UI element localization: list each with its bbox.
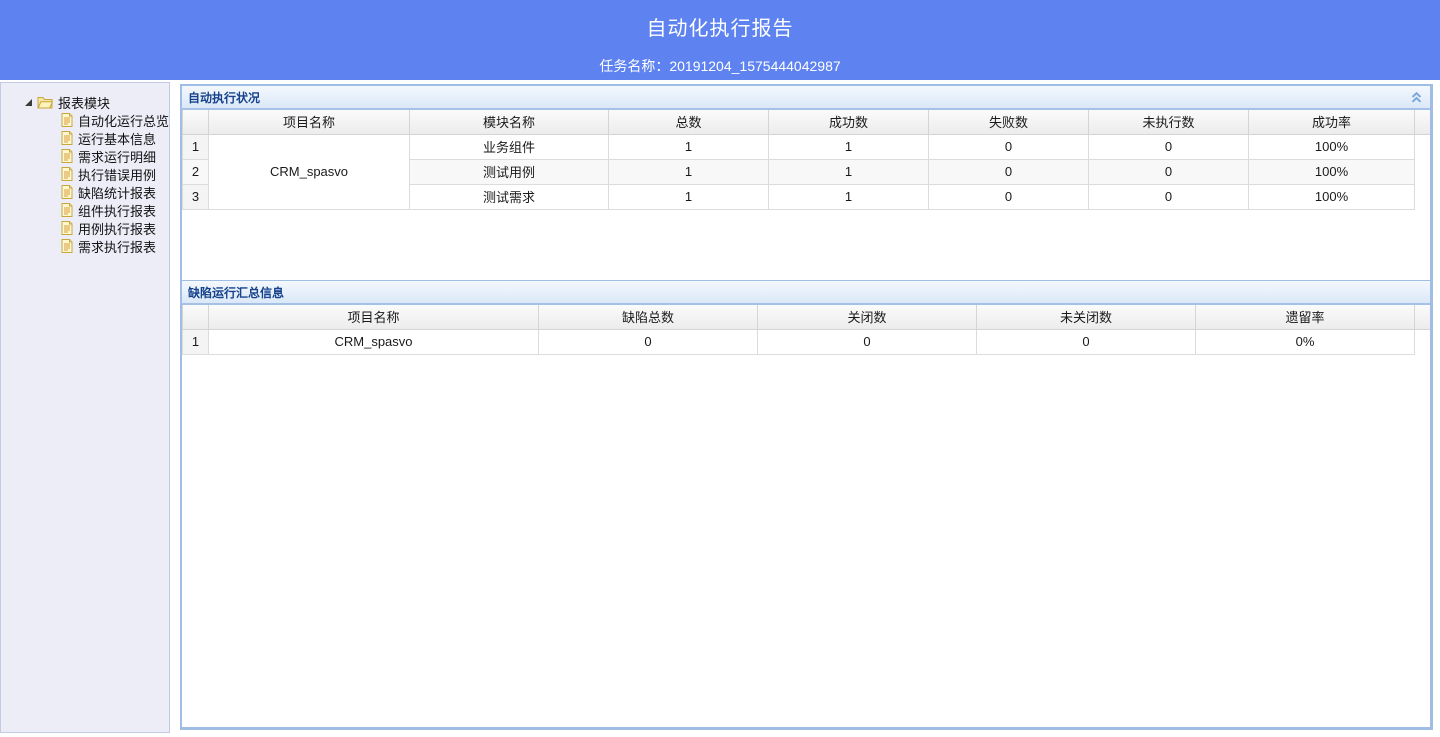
tree-item-label: 需求运行明细 (78, 147, 156, 166)
document-icon (61, 221, 73, 235)
col-rownum (183, 305, 209, 329)
document-icon (61, 113, 73, 127)
success-cell: 1 (769, 184, 929, 209)
tree-item-component-report[interactable]: 组件执行报表 (1, 201, 169, 219)
table-row[interactable]: 1 CRM_spasvo 0 0 0 0% (183, 329, 1431, 354)
col-rownum (183, 110, 209, 134)
document-icon (61, 203, 73, 217)
total-cell: 1 (609, 134, 769, 159)
fail-cell: 0 (929, 134, 1089, 159)
defect-summary-panel: 缺陷运行汇总信息 项目名称 缺陷总数 关闭数 未关闭数 遗留率 (182, 280, 1430, 727)
fail-cell: 0 (929, 159, 1089, 184)
col-unclosed: 未关闭数 (977, 305, 1196, 329)
folder-icon (37, 95, 53, 109)
col-spacer (1415, 305, 1431, 329)
document-icon (61, 167, 73, 181)
page-title: 自动化执行报告 (0, 0, 1440, 41)
remain-rate-cell: 0% (1196, 329, 1415, 354)
not-run-cell: 0 (1089, 134, 1249, 159)
sidebar-tree: 报表模块 自动化运行总览 运行基本信息 需求运行明细 (0, 82, 170, 733)
table-header-row: 项目名称 模块名称 总数 成功数 失败数 未执行数 成功率 (183, 110, 1431, 134)
defect-total-cell: 0 (539, 329, 758, 354)
unclosed-cell: 0 (977, 329, 1196, 354)
collapse-icon[interactable] (1409, 90, 1424, 105)
col-fail: 失败数 (929, 110, 1089, 134)
col-rate: 成功率 (1249, 110, 1415, 134)
tree-item-case-report[interactable]: 用例执行报表 (1, 219, 169, 237)
not-run-cell: 0 (1089, 184, 1249, 209)
panel-title: 缺陷运行汇总信息 (188, 284, 284, 301)
document-icon (61, 131, 73, 145)
row-number: 1 (183, 134, 209, 159)
col-spacer (1415, 110, 1431, 134)
panel-title: 自动执行状况 (188, 89, 260, 106)
col-project: 项目名称 (209, 110, 410, 134)
col-not-run: 未执行数 (1089, 110, 1249, 134)
col-project: 项目名称 (209, 305, 539, 329)
main-content: 自动执行状况 项目名称 模块名称 总数 成功数 失败数 (180, 84, 1433, 730)
task-name-label: 任务名称：20191204_1575444042987 (0, 56, 1440, 76)
table-row[interactable]: 1 CRM_spasvo 业务组件 1 1 0 0 100% (183, 134, 1431, 159)
total-cell: 1 (609, 159, 769, 184)
module-cell: 测试需求 (410, 184, 609, 209)
exec-status-panel-header: 自动执行状况 (182, 86, 1430, 110)
tree-item-requirement-report[interactable]: 需求执行报表 (1, 237, 169, 255)
tree-node-report-module[interactable]: 报表模块 (1, 93, 169, 111)
tree-item-label: 执行错误用例 (78, 165, 156, 184)
table-header-row: 项目名称 缺陷总数 关闭数 未关闭数 遗留率 (183, 305, 1431, 329)
tree-item-basic-info[interactable]: 运行基本信息 (1, 129, 169, 147)
tree-item-label: 用例执行报表 (78, 219, 156, 238)
tree-expander-icon[interactable] (25, 99, 32, 106)
col-success: 成功数 (769, 110, 929, 134)
tree-item-run-overview[interactable]: 自动化运行总览 (1, 111, 169, 129)
col-closed: 关闭数 (758, 305, 977, 329)
success-cell: 1 (769, 134, 929, 159)
rate-cell: 100% (1249, 134, 1415, 159)
rate-cell: 100% (1249, 159, 1415, 184)
tree-item-requirement-detail[interactable]: 需求运行明细 (1, 147, 169, 165)
row-number: 2 (183, 159, 209, 184)
spacer-cell (1415, 134, 1431, 209)
exec-status-panel: 自动执行状况 项目名称 模块名称 总数 成功数 失败数 (182, 86, 1430, 280)
row-number: 1 (183, 329, 209, 354)
col-module: 模块名称 (410, 110, 609, 134)
fail-cell: 0 (929, 184, 1089, 209)
tree-item-defect-stats[interactable]: 缺陷统计报表 (1, 183, 169, 201)
execution-summary-table: 项目名称 模块名称 总数 成功数 失败数 未执行数 成功率 1 CRM_spas… (182, 110, 1430, 210)
rate-cell: 100% (1249, 184, 1415, 209)
module-cell: 业务组件 (410, 134, 609, 159)
report-header: 自动化执行报告 任务名称：20191204_1575444042987 (0, 0, 1440, 80)
tree-item-label: 运行基本信息 (78, 129, 156, 148)
tree-item-error-cases[interactable]: 执行错误用例 (1, 165, 169, 183)
defect-summary-table: 项目名称 缺陷总数 关闭数 未关闭数 遗留率 1 CRM_spasvo 0 0 … (182, 305, 1430, 355)
document-icon (61, 185, 73, 199)
closed-cell: 0 (758, 329, 977, 354)
document-icon (61, 239, 73, 253)
defect-summary-panel-header: 缺陷运行汇总信息 (182, 281, 1430, 305)
not-run-cell: 0 (1089, 159, 1249, 184)
module-cell: 测试用例 (410, 159, 609, 184)
document-icon (61, 149, 73, 163)
project-name-cell: CRM_spasvo (209, 134, 410, 209)
spacer-cell (1415, 329, 1431, 354)
col-total: 总数 (609, 110, 769, 134)
tree-item-label: 自动化运行总览 (78, 111, 169, 130)
tree-item-label: 缺陷统计报表 (78, 183, 156, 202)
success-cell: 1 (769, 159, 929, 184)
project-name-cell: CRM_spasvo (209, 329, 539, 354)
row-number: 3 (183, 184, 209, 209)
col-defect-total: 缺陷总数 (539, 305, 758, 329)
tree-item-label: 组件执行报表 (78, 201, 156, 220)
tree-node-label: 报表模块 (58, 93, 110, 112)
tree-item-label: 需求执行报表 (78, 237, 156, 256)
col-remain-rate: 遗留率 (1196, 305, 1415, 329)
total-cell: 1 (609, 184, 769, 209)
